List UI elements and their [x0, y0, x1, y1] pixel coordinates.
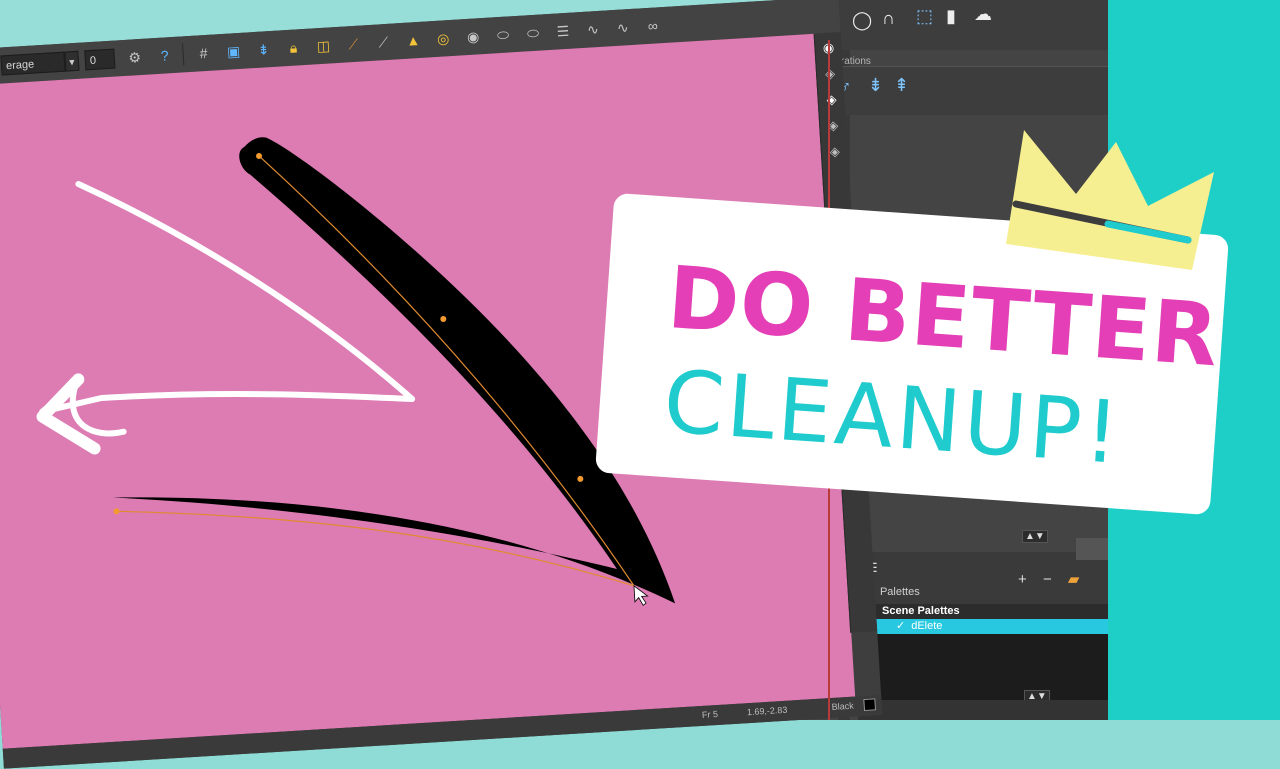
bulb-icon[interactable]: ◎ [433, 28, 454, 49]
align-top-icon[interactable]: ⇟ [868, 75, 883, 96]
pill-icon[interactable]: ⬭ [492, 24, 513, 45]
gear-icon[interactable]: ⚙ [124, 47, 145, 68]
folder-icon[interactable]: ▰ [1068, 571, 1080, 588]
pill-icon[interactable]: ⬭ [522, 22, 543, 43]
white-arrow-head [36, 373, 101, 455]
flatten-icon[interactable]: ⇟ [253, 39, 274, 60]
check-icon: ✓ [896, 620, 906, 632]
curve-icon[interactable]: ∿ [612, 17, 633, 38]
color-swatch[interactable] [863, 698, 877, 712]
frame-indicator: Fr 5 [701, 708, 719, 720]
palette-tools: + − ▰ [1018, 570, 1091, 588]
snap-icon[interactable]: ☁ [974, 4, 992, 25]
layer-icon[interactable]: ◈ [822, 114, 845, 137]
operations-section: ♂ ⇟ ⇞ [818, 66, 1108, 115]
chevron-down-icon[interactable]: ▼ [64, 50, 80, 72]
frame-icon[interactable]: ▣ [223, 41, 244, 62]
remove-icon[interactable]: − [1043, 571, 1052, 588]
coordinate-readout: 1.69,-2.83 [746, 704, 788, 718]
add-icon[interactable]: + [1018, 571, 1027, 588]
crown-shape [1006, 130, 1214, 270]
panel-footer [858, 700, 1108, 720]
palette-list-item[interactable]: ✓ dElete [868, 619, 1108, 634]
grid-icon[interactable]: # [193, 43, 214, 64]
scroll-arrows[interactable]: ▲▼ [1022, 530, 1048, 543]
contour-centerline [116, 155, 636, 587]
layer-icon[interactable]: ◈ [823, 140, 846, 163]
stamp-icon[interactable]: ▲ [403, 30, 424, 51]
control-point[interactable] [113, 508, 120, 515]
stack-icon[interactable]: ☰ [552, 21, 573, 42]
palette-panel: ☰ + − ▰ ▼ Palettes Scene Palettes ✓dElet… [858, 538, 1108, 720]
crown-icon [1006, 130, 1214, 270]
layer-icon[interactable]: ◈ [818, 62, 841, 85]
palette-name: dElete [911, 620, 943, 632]
current-color-name: Black [831, 700, 855, 712]
contour-tools-section: ◯ ∩ ⬚ ▮ ☁ [812, 0, 1108, 50]
select-box-icon[interactable]: ⬚ [916, 6, 933, 27]
palette-list: Scene Palettes ✓ dElete [868, 604, 1108, 704]
mode-dropdown[interactable]: erage [0, 51, 66, 76]
pencil-line-icon[interactable]: ⟋ [373, 32, 394, 53]
palettes-title-text: Palettes [879, 586, 920, 598]
layer-light-icon[interactable]: ◈ [820, 88, 843, 111]
value-field[interactable]: 0 [84, 48, 116, 71]
curve-icon[interactable]: ∿ [582, 19, 603, 40]
palette-list-header: Scene Palettes [868, 604, 1108, 619]
unlock-icon[interactable]: ◫ [313, 35, 334, 56]
lasso-icon[interactable]: ◯ [852, 10, 872, 31]
help-pencil-icon[interactable]: ? [154, 45, 175, 66]
ruler-icon[interactable]: ⟋ [343, 33, 364, 54]
eye-open-icon[interactable]: ◉ [463, 26, 484, 47]
palette-slider[interactable] [1076, 538, 1108, 560]
lock-icon[interactable]: 🔒︎ [283, 37, 304, 58]
align-bottom-icon[interactable]: ⇞ [894, 75, 909, 96]
separator [182, 43, 185, 66]
pen-tip-icon[interactable]: ▮ [946, 6, 956, 27]
loop-icon[interactable]: ∞ [642, 15, 663, 36]
magnet-icon[interactable]: ∩ [882, 8, 895, 29]
